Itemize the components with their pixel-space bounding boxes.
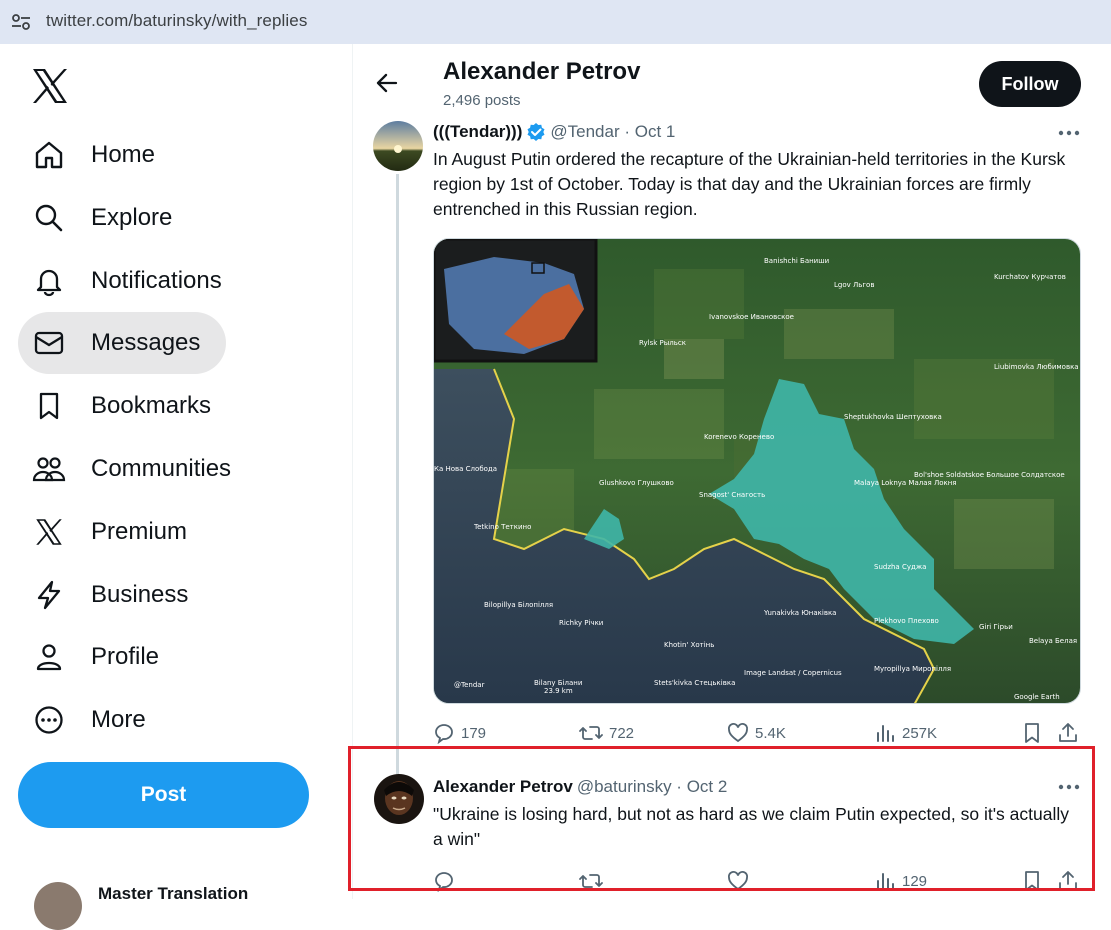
- share-button[interactable]: [1057, 722, 1079, 744]
- heart-icon: [728, 723, 748, 743]
- tweet-header: (((Tendar))) @Tendar · Oct 1: [433, 122, 675, 142]
- map-label: Banishchi Баниши: [764, 257, 829, 265]
- tune-icon[interactable]: [10, 12, 32, 32]
- thread-connector: [396, 174, 399, 774]
- author-name[interactable]: (((Tendar))): [433, 122, 522, 142]
- bookmark-icon: [1025, 723, 1039, 743]
- map-label: Sudzha Суджа: [874, 563, 926, 571]
- avatar: [34, 882, 82, 930]
- map-label: Korenevo Коренево: [704, 433, 774, 441]
- sidebar-item-bookmarks[interactable]: Bookmarks: [18, 375, 237, 437]
- highlight-box: [348, 746, 1095, 891]
- avatar[interactable]: [373, 121, 423, 171]
- map-label: Liubimovka Любимовка: [994, 363, 1079, 371]
- like-count: 5.4K: [755, 724, 786, 742]
- map-label: Sheptukhovka Шептуховка: [844, 413, 942, 421]
- sidebar-item-business[interactable]: Business: [18, 564, 214, 626]
- home-icon: [32, 138, 66, 172]
- url-text[interactable]: twitter.com/baturinsky/with_replies: [46, 11, 307, 31]
- sidebar-item-label: Communities: [91, 455, 232, 482]
- repost-button[interactable]: 722: [579, 722, 634, 744]
- sidebar-item-profile[interactable]: Profile: [18, 626, 185, 688]
- map-label: Plekhovo Плехово: [874, 617, 939, 625]
- map-label: Belaya Белая: [1029, 637, 1077, 645]
- map-label: Bilany Білани: [534, 679, 582, 687]
- map-label: Image Landsat / Copernicus: [744, 669, 842, 677]
- map-label: Kurchatov Курчатов: [994, 273, 1066, 281]
- bookmark-button[interactable]: [1021, 722, 1043, 744]
- reply-icon: [435, 724, 453, 744]
- profile-name: Alexander Petrov: [443, 58, 641, 85]
- bookmark-icon: [32, 389, 66, 423]
- browser-address-bar: twitter.com/baturinsky/with_replies: [0, 0, 1111, 44]
- follow-button[interactable]: Follow: [979, 61, 1081, 107]
- mail-icon: [32, 326, 66, 360]
- bell-icon: [32, 264, 66, 298]
- sidebar-item-label: Home: [91, 141, 156, 168]
- tweet-actions: 179 722 5.4K 257K: [433, 722, 1081, 746]
- views-button[interactable]: 257K: [874, 722, 937, 744]
- map-label: @Tendar: [454, 681, 485, 689]
- map-label: Khotin' Хотінь: [664, 641, 714, 649]
- more-options-icon[interactable]: [1058, 130, 1080, 136]
- map-label: Myropillya Миропілля: [874, 665, 951, 673]
- map-label: Tetkino Теткино: [473, 523, 531, 531]
- sidebar-item-label: Profile: [91, 643, 160, 670]
- map-label: 23.9 km: [544, 687, 573, 695]
- tweet-image-map[interactable]: Banishchi Баниши Kurchatov Курчатов Lgov Л…: [433, 238, 1081, 704]
- map-label: Stets'kivka Стецьківка: [654, 679, 735, 687]
- map-label: Richky Річки: [559, 619, 603, 627]
- sidebar-item-more[interactable]: More: [18, 689, 172, 751]
- sidebar-item-label: Messages: [91, 329, 201, 356]
- sidebar-item-explore[interactable]: Explore: [18, 187, 198, 249]
- x-icon: [32, 515, 66, 549]
- views-icon: [877, 725, 894, 742]
- more-circle-icon: [32, 703, 66, 737]
- map-label: Ка Нова Слобода: [434, 465, 497, 473]
- author-handle-date[interactable]: @Tendar · Oct 1: [550, 122, 675, 142]
- lightning-icon: [32, 578, 66, 612]
- sidebar-item-label: Notifications: [91, 267, 222, 294]
- sidebar: Home Explore Notifications Messages Book…: [0, 44, 352, 930]
- map-label: Giri Гiрьи: [979, 623, 1013, 631]
- back-arrow-icon[interactable]: [374, 70, 400, 96]
- sidebar-item-notifications[interactable]: Notifications: [18, 250, 248, 312]
- like-button[interactable]: 5.4K: [727, 722, 786, 744]
- x-logo-icon[interactable]: [30, 66, 70, 106]
- share-icon: [1059, 723, 1077, 742]
- sidebar-item-label: Business: [91, 581, 189, 608]
- map-label: Snagost' Снагость: [699, 491, 765, 499]
- sidebar-item-messages[interactable]: Messages: [18, 312, 227, 374]
- tweet-text: In August Putin ordered the recapture of…: [433, 149, 1066, 219]
- person-icon: [32, 640, 66, 674]
- sidebar-item-home[interactable]: Home: [18, 124, 181, 186]
- map-label: Rylsk Рыльск: [639, 339, 686, 347]
- map-label: Bol'shoe Soldatskoe Большое Солдатское: [914, 471, 1065, 479]
- sidebar-item-premium[interactable]: Premium: [18, 501, 213, 563]
- sidebar-item-label: More: [91, 706, 146, 733]
- search-icon: [32, 201, 66, 235]
- verified-badge-icon: [527, 123, 545, 141]
- repost-count: 722: [609, 724, 635, 742]
- sidebar-item-communities[interactable]: Communities: [18, 438, 257, 500]
- map-label: Malaya Loknya Малая Локня: [854, 479, 957, 487]
- map-label: Yunakivka Юнаківка: [763, 609, 836, 617]
- post-count: 2,496 posts: [443, 92, 521, 109]
- map-label: Google Earth: [1014, 693, 1060, 701]
- map-label: Glushkovo Глушково: [599, 479, 674, 487]
- sidebar-item-label: Explore: [91, 204, 173, 231]
- map-label: Ivanovskoe Ивановское: [709, 313, 794, 321]
- views-count: 257K: [902, 724, 938, 742]
- map-label: Bilopillya Білопілля: [484, 601, 553, 609]
- sidebar-item-label: Bookmarks: [91, 392, 212, 419]
- account-name: Master Translation: [98, 884, 249, 903]
- reply-count: 179: [461, 724, 487, 742]
- post-button[interactable]: Post: [18, 762, 309, 828]
- map-label: Lgov Льгов: [834, 281, 874, 289]
- communities-icon: [32, 452, 66, 486]
- sidebar-item-label: Premium: [91, 518, 188, 545]
- repost-icon: [579, 726, 603, 740]
- reply-button[interactable]: 179: [433, 722, 486, 744]
